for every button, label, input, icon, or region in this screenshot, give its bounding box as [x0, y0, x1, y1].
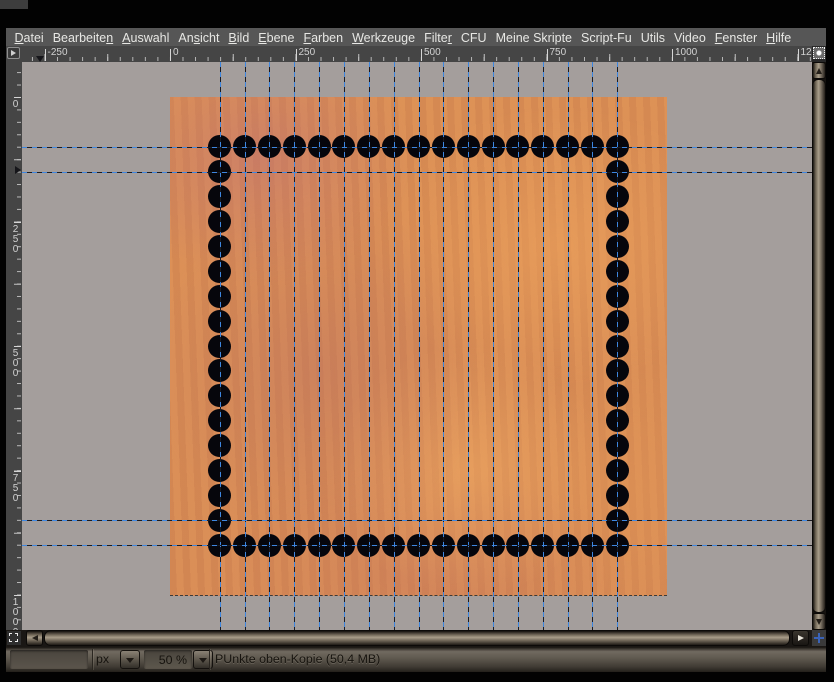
unit-dropdown-button[interactable] — [120, 650, 140, 669]
menu-item-script-fu[interactable]: Script-Fu — [577, 30, 637, 46]
horizontal-ruler[interactable]: -25002505007501000125 — [6, 46, 826, 62]
zoom-follow-window-icon[interactable] — [813, 47, 825, 59]
arrow-down-icon — [816, 619, 822, 625]
menu-item-bild[interactable]: Bild — [224, 30, 254, 46]
ruler-right-corner — [812, 46, 826, 62]
menu-item-utils[interactable]: Utils — [636, 30, 669, 46]
zoom-level-field[interactable]: 50 % — [144, 650, 192, 669]
pointer-position-display — [10, 650, 88, 669]
menu-item-bearbeiten[interactable]: Bearbeiten — [48, 30, 117, 46]
gimp-image-window: DateiBearbeitenAuswahlAnsichtBildEbeneFa… — [0, 0, 834, 682]
titlebar-fragment — [0, 0, 28, 9]
menubar: DateiBearbeitenAuswahlAnsichtBildEbeneFa… — [6, 28, 826, 47]
zoom-dropdown-button[interactable] — [193, 650, 213, 669]
scroll-down-button[interactable] — [812, 613, 826, 630]
canvas-viewport[interactable] — [22, 62, 812, 630]
vertical-scroll-thumb[interactable] — [812, 79, 826, 613]
ruler-corner — [6, 46, 22, 62]
vertical-ruler[interactable]: 02505007501000 — [6, 62, 22, 630]
horizontal-ruler-scale[interactable]: -25002505007501000125 — [22, 46, 812, 62]
vertical-scrollbar[interactable] — [812, 62, 826, 630]
menu-item-werkzeuge[interactable]: Werkzeuge — [348, 30, 420, 46]
horizontal-scroll-thumb[interactable] — [44, 630, 790, 646]
ruler-menu-button[interactable] — [7, 47, 20, 59]
arrow-up-icon — [816, 68, 822, 74]
menu-item-meine-skripte[interactable]: Meine Skripte — [491, 30, 576, 46]
play-triangle-icon — [11, 50, 16, 56]
arrow-right-icon — [798, 635, 804, 641]
menu-item-ansicht[interactable]: Ansicht — [174, 30, 224, 46]
scroll-up-button[interactable] — [812, 62, 826, 79]
scroll-left-button[interactable] — [26, 630, 43, 646]
guide-horizontal[interactable] — [22, 520, 812, 521]
unit-value: px — [96, 652, 109, 666]
menu-item-datei[interactable]: Datei — [10, 30, 48, 46]
image-title-status: PUnkte oben-Kopie (50,4 MB) — [215, 652, 380, 666]
menu-item-hilfe[interactable]: Hilfe — [762, 30, 796, 46]
quick-mask-toggle-button[interactable] — [7, 631, 21, 645]
chevron-down-icon — [199, 658, 207, 663]
statusbar-separator — [209, 649, 210, 670]
move-cross-icon — [814, 633, 824, 643]
scroll-right-button[interactable] — [792, 630, 809, 646]
menu-item-ebene[interactable]: Ebene — [254, 30, 299, 46]
menu-item-fenster[interactable]: Fenster — [710, 30, 761, 46]
menu-item-auswahl[interactable]: Auswahl — [118, 30, 174, 46]
guide-horizontal[interactable] — [22, 545, 812, 546]
guide-horizontal[interactable] — [22, 172, 812, 173]
arrow-left-icon — [32, 635, 38, 641]
bottom-scroll-row — [6, 630, 826, 647]
menu-item-filter[interactable]: Filter — [420, 30, 457, 46]
dashed-square-icon — [9, 633, 18, 642]
menu-item-cfu[interactable]: CFU — [456, 30, 491, 46]
statusbar-separator — [92, 649, 93, 670]
pointer-position-marker-v — [15, 166, 21, 174]
menu-item-farben[interactable]: Farben — [299, 30, 348, 46]
navigation-preview-button[interactable] — [812, 630, 826, 646]
guide-horizontal[interactable] — [22, 147, 812, 148]
menu-item-video[interactable]: Video — [670, 30, 711, 46]
chevron-down-icon — [126, 658, 134, 663]
statusbar: px 50 % PUnkte oben-Kopie (50,4 MB) — [6, 647, 826, 672]
